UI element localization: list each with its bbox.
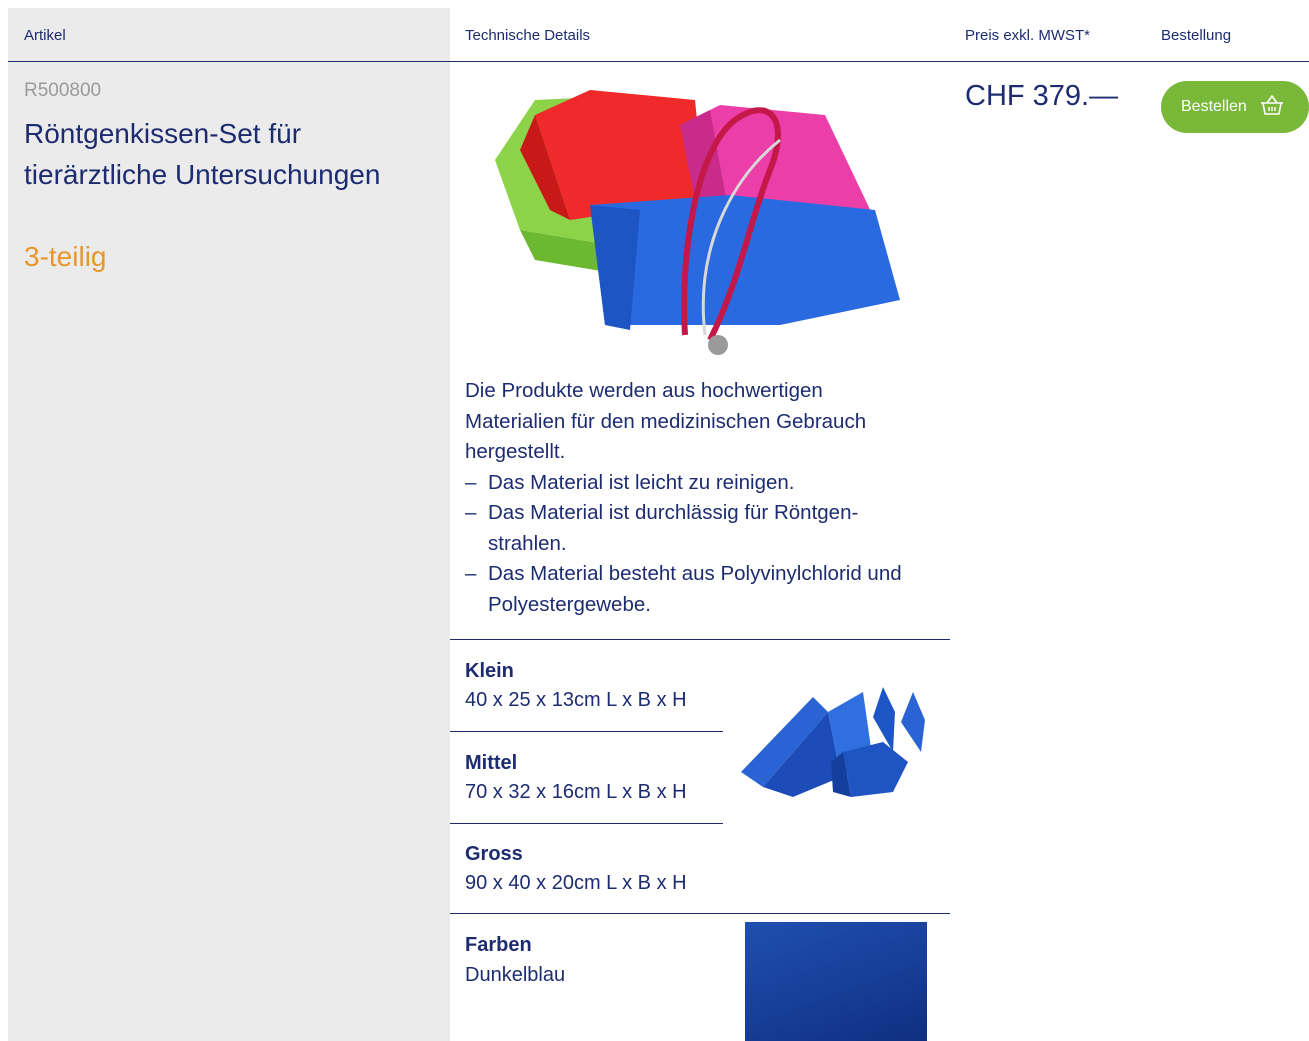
feature-item: Das Material ist leicht zu reinigen. xyxy=(465,468,925,499)
details-divider xyxy=(450,913,950,914)
wedge-set-image xyxy=(741,687,925,797)
product-description: Die Produkte werden aus hochwertigen Mat… xyxy=(465,376,925,620)
description-text: Die Produkte werden aus hochwertigen Mat… xyxy=(465,379,867,463)
details-divider xyxy=(450,639,950,640)
product-price: CHF 379.— xyxy=(965,80,1119,112)
basket-icon xyxy=(1259,94,1285,121)
order-button-label: Bestellen xyxy=(1181,98,1247,115)
header-bestellung: Bestellung xyxy=(1161,27,1232,44)
size-divider xyxy=(450,731,723,732)
size-label-mittel: Mittel xyxy=(465,752,518,774)
size-divider xyxy=(450,823,723,824)
header-artikel: Artikel xyxy=(24,27,66,44)
header-technische-details: Technische Details xyxy=(465,27,591,44)
color-label: Farben xyxy=(465,934,532,956)
header-preis: Preis exkl. MWST* xyxy=(965,27,1091,44)
size-label-klein: Klein xyxy=(465,660,514,682)
size-value-klein: 40 x 25 x 13cm L x B x H xyxy=(465,689,687,711)
color-swatch xyxy=(745,922,927,1041)
feature-item: Das Material besteht aus Polyvinylchlori… xyxy=(465,559,925,620)
article-number: R500800 xyxy=(24,80,102,101)
header-divider xyxy=(8,61,1309,62)
product-title: Röntgenkissen-Set für tierärztliche Unte… xyxy=(24,118,381,190)
size-value-mittel: 70 x 32 x 16cm L x B x H xyxy=(465,781,687,803)
size-value-gross: 90 x 40 x 20cm L x B x H xyxy=(465,872,687,894)
feature-list: Das Material ist leicht zu reinigen. Das… xyxy=(465,468,925,621)
color-value: Dunkelblau xyxy=(465,964,566,986)
product-image xyxy=(495,90,900,355)
product-subtitle: 3-teilig xyxy=(24,241,107,272)
feature-item: Das Material ist durchlässig für Röntgen… xyxy=(465,498,925,559)
order-button[interactable]: Bestellen xyxy=(1161,81,1309,133)
size-label-gross: Gross xyxy=(465,843,523,865)
